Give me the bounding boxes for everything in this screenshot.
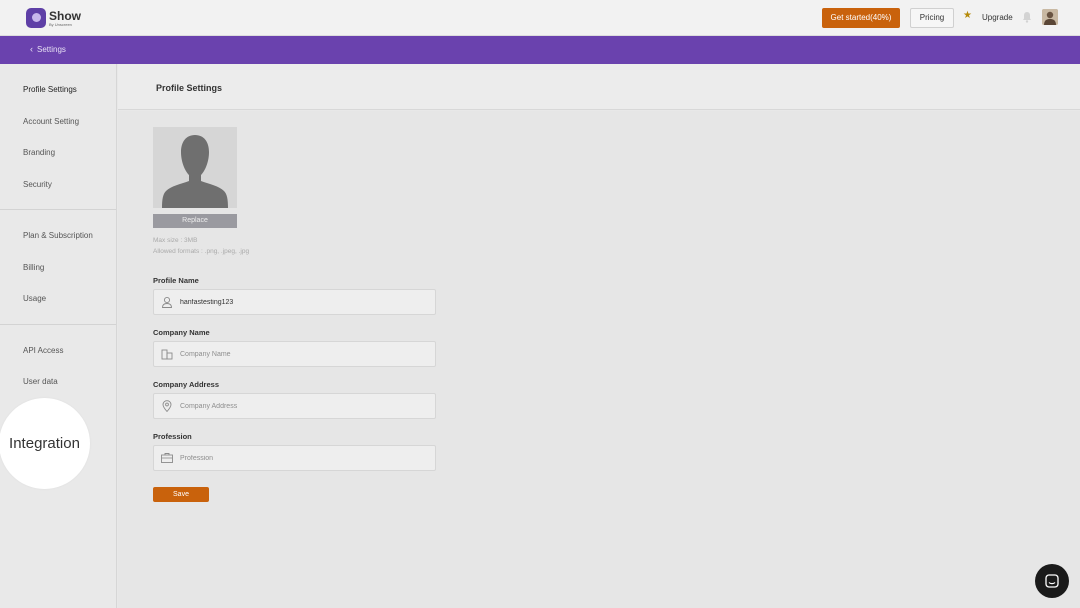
max-size-hint: Max size : 3MB bbox=[153, 237, 198, 244]
top-navbar: Show By Unscreen Get started(40%) Pricin… bbox=[0, 0, 1080, 36]
sidebar-item-usage[interactable]: Usage bbox=[0, 283, 116, 315]
show-logo-icon bbox=[26, 8, 46, 28]
content-header: Profile Settings bbox=[118, 64, 1080, 110]
chat-icon bbox=[1045, 574, 1059, 588]
sidebar-item-profile-settings[interactable]: Profile Settings bbox=[0, 74, 116, 106]
profile-name-field[interactable] bbox=[153, 289, 436, 315]
bell-icon[interactable] bbox=[1022, 11, 1032, 23]
chevron-left-icon: ‹ bbox=[30, 44, 33, 54]
user-icon bbox=[162, 296, 172, 308]
upgrade-link[interactable]: Upgrade bbox=[982, 13, 1013, 22]
back-to-settings-link[interactable]: ‹ Settings bbox=[30, 44, 66, 55]
chat-widget-button[interactable] bbox=[1035, 564, 1069, 598]
sidebar-item-plan-subscription[interactable]: Plan & Subscription bbox=[0, 220, 116, 252]
sidebar-group-data: API Access User data bbox=[0, 325, 116, 407]
pricing-button[interactable]: Pricing bbox=[910, 8, 954, 28]
sidebar-item-integration[interactable]: Integration bbox=[0, 398, 90, 489]
logo-title: Show bbox=[49, 8, 81, 23]
location-pin-icon bbox=[162, 400, 172, 412]
settings-sidebar: Profile Settings Account Setting Brandin… bbox=[0, 64, 117, 608]
allowed-formats-hint: Allowed formats : .png, .jpeg, .jpg bbox=[153, 248, 250, 255]
replace-photo-button[interactable]: Replace bbox=[153, 214, 237, 228]
sidebar-item-billing[interactable]: Billing bbox=[0, 252, 116, 284]
profile-name-label: Profile Name bbox=[153, 276, 199, 285]
profession-label: Profession bbox=[153, 432, 192, 441]
sidebar-group-account: Profile Settings Account Setting Brandin… bbox=[0, 64, 116, 210]
sidebar-item-branding[interactable]: Branding bbox=[0, 137, 116, 169]
profession-input[interactable] bbox=[180, 446, 430, 470]
integration-label: Integration bbox=[9, 435, 80, 452]
building-icon bbox=[161, 349, 173, 360]
briefcase-icon bbox=[161, 453, 173, 463]
save-button[interactable]: Save bbox=[153, 487, 209, 502]
sidebar-item-security[interactable]: Security bbox=[0, 169, 116, 201]
company-address-input[interactable] bbox=[180, 394, 430, 418]
sidebar-item-account-setting[interactable]: Account Setting bbox=[0, 106, 116, 138]
profile-name-input[interactable] bbox=[180, 290, 430, 314]
get-started-button[interactable]: Get started(40%) bbox=[822, 8, 900, 28]
page-title: Profile Settings bbox=[156, 83, 223, 93]
back-label: Settings bbox=[37, 45, 66, 54]
person-silhouette-icon bbox=[153, 127, 237, 208]
company-name-label: Company Name bbox=[153, 328, 210, 337]
settings-subbar: ‹ Settings bbox=[0, 36, 1080, 64]
company-address-label: Company Address bbox=[153, 380, 219, 389]
sidebar-item-api-access[interactable]: API Access bbox=[0, 335, 116, 367]
profession-field[interactable] bbox=[153, 445, 436, 471]
company-name-field[interactable] bbox=[153, 341, 436, 367]
profile-photo bbox=[153, 127, 237, 208]
sidebar-group-billing: Plan & Subscription Billing Usage bbox=[0, 210, 116, 325]
company-address-field[interactable] bbox=[153, 393, 436, 419]
star-icon: ★ bbox=[963, 10, 972, 21]
logo-subtitle: By Unscreen bbox=[49, 21, 72, 27]
sidebar-item-user-data[interactable]: User data bbox=[0, 366, 116, 398]
avatar[interactable] bbox=[1042, 9, 1058, 25]
logo[interactable]: Show By Unscreen bbox=[26, 8, 81, 28]
company-name-input[interactable] bbox=[180, 342, 430, 366]
